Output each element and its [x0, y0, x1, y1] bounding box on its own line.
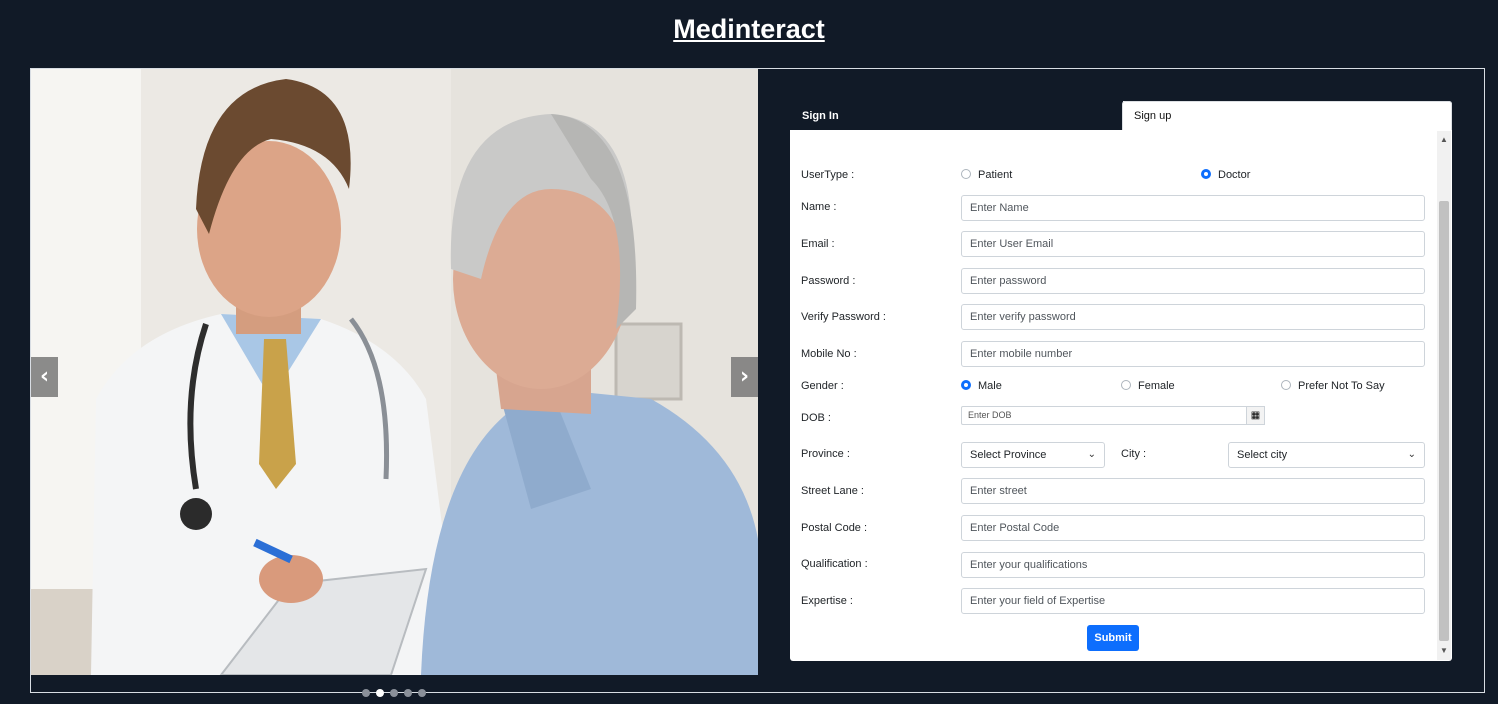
street-input[interactable]: [961, 478, 1425, 504]
mobile-label: Mobile No :: [801, 348, 857, 360]
radio-checked-icon: [1201, 169, 1211, 179]
radio-checked-icon: [961, 380, 971, 390]
tab-sign-in[interactable]: Sign In: [790, 101, 1123, 130]
usertype-doctor-radio[interactable]: Doctor: [1201, 169, 1250, 181]
form-scrollbar[interactable]: ▲ ▼: [1437, 131, 1451, 660]
email-input[interactable]: [961, 231, 1425, 257]
radio-unchecked-icon: [1121, 380, 1131, 390]
calendar-icon[interactable]: ▦: [1246, 406, 1265, 425]
verify-password-input[interactable]: [961, 304, 1425, 330]
radio-unchecked-icon: [1281, 380, 1291, 390]
tab-sign-up[interactable]: Sign up: [1122, 101, 1452, 130]
city-select[interactable]: Select city ⌄: [1228, 442, 1425, 468]
expertise-label: Expertise :: [801, 595, 853, 607]
email-label: Email :: [801, 238, 835, 250]
carousel-dot[interactable]: [362, 689, 370, 697]
gender-male-radio[interactable]: Male: [961, 380, 1002, 392]
province-label: Province :: [801, 448, 850, 460]
scroll-down-arrow-icon[interactable]: ▼: [1437, 644, 1451, 658]
expertise-input[interactable]: [961, 588, 1425, 614]
dob-input[interactable]: Enter DOB: [961, 406, 1265, 425]
province-select[interactable]: Select Province ⌄: [961, 442, 1105, 468]
carousel-dot[interactable]: [390, 689, 398, 697]
carousel-dot[interactable]: [418, 689, 426, 697]
dob-label: DOB :: [801, 412, 831, 424]
qualification-label: Qualification :: [801, 558, 868, 570]
chevron-down-icon: ⌄: [1407, 449, 1416, 460]
gender-label: Gender :: [801, 380, 844, 392]
image-carousel: ‹ ›: [31, 69, 758, 675]
gender-prefer-not-radio[interactable]: Prefer Not To Say: [1281, 380, 1385, 392]
name-label: Name :: [801, 201, 837, 213]
submit-button[interactable]: Submit: [1087, 625, 1139, 651]
carousel-dot-active[interactable]: [376, 689, 384, 697]
postal-code-label: Postal Code :: [801, 522, 868, 534]
city-label: City :: [1121, 448, 1147, 460]
carousel-indicators: [362, 684, 432, 697]
mobile-input[interactable]: [961, 341, 1425, 367]
carousel-next-button[interactable]: ›: [731, 357, 758, 397]
name-input[interactable]: [961, 195, 1425, 221]
carousel-dot[interactable]: [404, 689, 412, 697]
usertype-patient-radio[interactable]: Patient: [961, 169, 1012, 181]
gender-female-radio[interactable]: Female: [1121, 380, 1175, 392]
scroll-up-arrow-icon[interactable]: ▲: [1437, 133, 1451, 147]
chevron-down-icon: ⌄: [1087, 449, 1096, 460]
password-input[interactable]: [961, 268, 1425, 294]
postal-code-input[interactable]: [961, 515, 1425, 541]
verify-password-label: Verify Password :: [801, 311, 886, 323]
radio-unchecked-icon: [961, 169, 971, 179]
doctor-patient-photo: [31, 69, 758, 675]
usertype-label: UserType :: [801, 169, 855, 181]
password-label: Password :: [801, 275, 856, 287]
scroll-thumb[interactable]: [1439, 201, 1449, 641]
qualification-input[interactable]: [961, 552, 1425, 578]
carousel-prev-button[interactable]: ‹: [31, 357, 58, 397]
app-title: Medinteract: [673, 14, 825, 44]
street-label: Street Lane :: [801, 485, 864, 497]
